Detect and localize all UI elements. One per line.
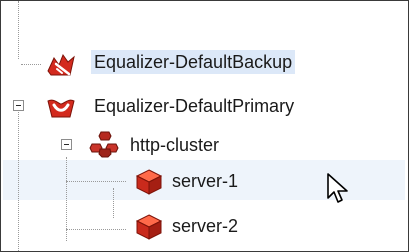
tree-connector [18,1,19,59]
tree-connector [18,109,19,251]
collapse-toggle-icon[interactable] [61,139,72,150]
tree-item-label[interactable]: server-1 [169,169,241,193]
tree-connector [113,188,114,218]
server-icon [135,214,163,240]
tree-connector [66,181,126,182]
equalizer-backup-icon [47,53,75,76]
server-icon [135,169,163,195]
mouse-pointer-icon [327,173,348,203]
tree-item-label[interactable]: Equalizer-DefaultPrimary [91,94,297,118]
collapse-toggle-icon[interactable] [13,100,24,111]
tree-panel: Equalizer-DefaultBackup Equalizer-Defaul… [0,0,409,252]
tree-item-label[interactable]: Equalizer-DefaultBackup [91,50,296,74]
equalizer-primary-icon [47,99,75,118]
tree-connector [21,64,41,65]
cluster-icon [89,131,119,158]
tree-connector [66,229,126,230]
tree-item-label[interactable]: http-cluster [127,133,222,157]
tree-item-label[interactable]: server-2 [169,214,241,238]
